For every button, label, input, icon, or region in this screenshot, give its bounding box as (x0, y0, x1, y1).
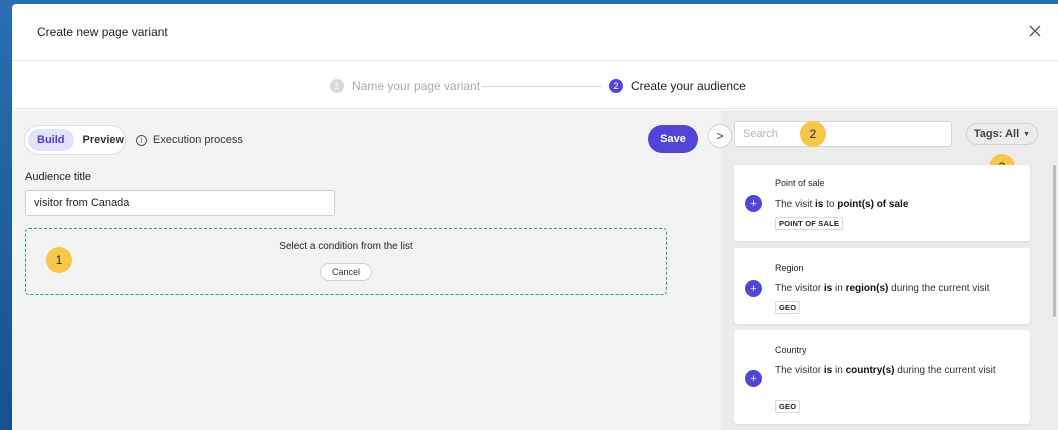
search-input[interactable] (734, 121, 952, 147)
condition-card-point-of-sale[interactable]: Point of sale + The visit is to point(s)… (734, 165, 1030, 241)
conditions-panel: > 2 Tags: All ▼ 3 Point of sale + The vi… (708, 110, 1058, 430)
condition-card-country[interactable]: Country + The visitor is in country(s) d… (734, 330, 1030, 424)
tags-filter-label: Tags: All (973, 128, 1020, 140)
save-button[interactable]: Save (648, 125, 698, 153)
step-label: Name your page variant (352, 79, 481, 93)
condition-card-description: The visitor is in country(s) during the … (775, 365, 996, 376)
execution-process-label: Execution process (153, 134, 243, 146)
info-icon: i (136, 134, 147, 146)
callout-badge-1: 1 (46, 247, 72, 273)
step-label: Create your audience (631, 79, 746, 93)
tab-preview[interactable]: Preview (74, 129, 134, 151)
step-create-audience[interactable]: 2 Create your audience (609, 78, 746, 94)
audience-title-input[interactable] (25, 190, 335, 216)
condition-card-tag: GEO (775, 301, 801, 314)
modal-title: Create new page variant (37, 25, 168, 39)
condition-card-tag: POINT OF SALE (775, 217, 844, 230)
callout-badge-2: 2 (800, 121, 826, 147)
condition-card-title: Region (775, 263, 804, 273)
stepper: 1 Name your page variant 2 Create your a… (12, 61, 1058, 109)
add-icon[interactable]: + (745, 280, 762, 297)
condition-card-tag: GEO (775, 400, 801, 413)
chevron-right-icon[interactable]: > (708, 124, 732, 148)
modal-header: Create new page variant (12, 4, 1058, 61)
step-number: 2 (609, 79, 623, 93)
step-connector (482, 86, 602, 87)
add-icon[interactable]: + (745, 195, 762, 212)
condition-card-title: Point of sale (775, 178, 825, 188)
condition-dropzone: Select a condition from the list Cancel … (25, 228, 667, 295)
create-variant-modal: Create new page variant 1 Name your page… (12, 4, 1058, 430)
panel-scrollbar[interactable] (1053, 165, 1056, 317)
add-icon[interactable]: + (745, 370, 762, 387)
tab-build[interactable]: Build (28, 129, 74, 151)
build-preview-toggle: Build Preview (24, 125, 126, 155)
execution-process-link[interactable]: i Execution process (136, 134, 243, 146)
step-number: 1 (330, 79, 344, 93)
close-icon[interactable] (1026, 22, 1044, 40)
audience-title-label: Audience title (25, 171, 92, 183)
condition-prompt: Select a condition from the list (279, 241, 413, 252)
condition-card-description: The visitor is in region(s) during the c… (775, 283, 990, 294)
step-name-variant[interactable]: 1 Name your page variant (330, 78, 480, 94)
caret-down-icon: ▼ (1023, 130, 1031, 138)
condition-card-region[interactable]: Region + The visitor is in region(s) dur… (734, 248, 1030, 324)
tags-filter-dropdown[interactable]: Tags: All ▼ (966, 123, 1038, 145)
condition-card-description: The visit is to point(s) of sale (775, 199, 909, 210)
audience-builder: Build Preview i Execution process Save A… (12, 110, 722, 430)
cancel-button[interactable]: Cancel (320, 263, 372, 281)
condition-card-title: Country (775, 345, 807, 355)
